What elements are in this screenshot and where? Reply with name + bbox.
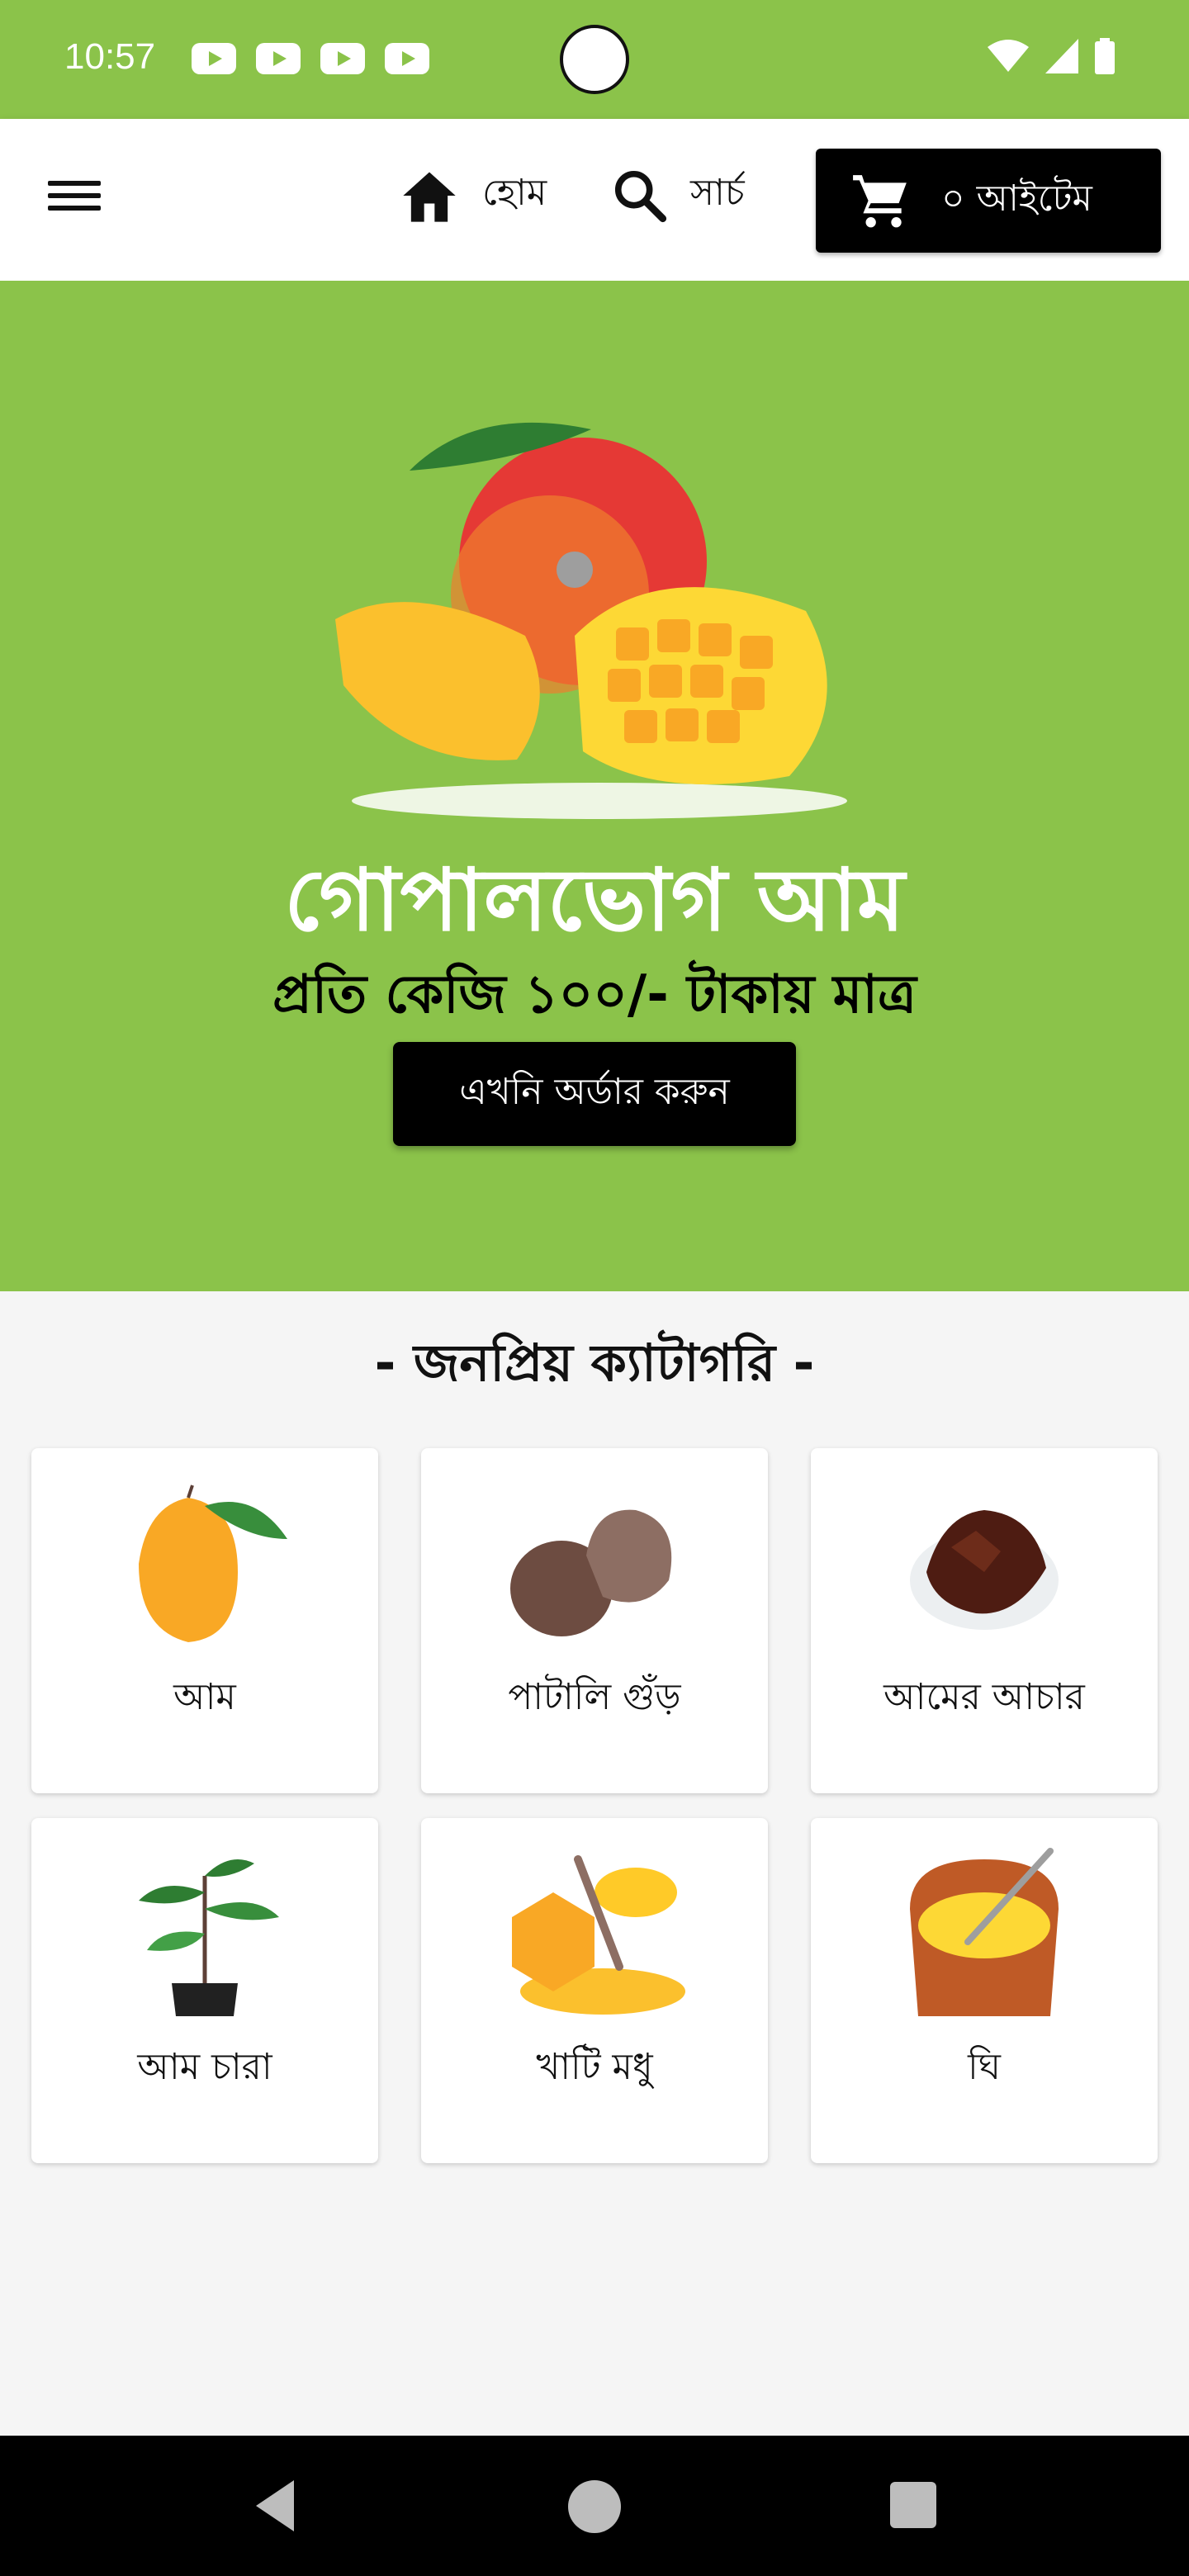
category-label: ঘি — [968, 2046, 1001, 2088]
home-label: হোম — [482, 172, 547, 214]
camera-cutout — [560, 25, 629, 94]
cart-icon — [853, 175, 907, 228]
youtube-notification-icon — [385, 43, 429, 74]
menu-icon-line — [48, 181, 101, 186]
notification-icons — [192, 43, 429, 74]
category-card-ghee[interactable]: ঘি — [811, 1818, 1158, 2163]
mango-icon — [139, 1485, 287, 1642]
category-label: পাটালি গুঁড় — [508, 1676, 681, 1718]
hero-subtitle: প্রতি কেজি ১০০/- টাকায় মাত্র — [272, 964, 917, 1025]
back-icon[interactable] — [249, 2477, 307, 2535]
category-label: আমের আচার — [883, 1676, 1085, 1718]
menu-button[interactable] — [48, 173, 106, 226]
recent-apps-icon[interactable] — [890, 2482, 936, 2528]
system-icons — [988, 38, 1115, 74]
ghee-icon — [910, 1848, 1059, 2016]
category-card-mango[interactable]: আম — [31, 1448, 378, 1793]
battery-icon — [1095, 38, 1115, 74]
honey-icon — [512, 1855, 685, 2015]
pickle-icon — [910, 1510, 1059, 1630]
signal-icon — [1045, 39, 1078, 73]
category-label: আম চারা — [137, 2046, 272, 2088]
cart-item-count: ০ আইটেম — [941, 177, 1092, 220]
search-icon — [614, 170, 667, 222]
search-label: সার্চ — [690, 172, 745, 214]
home-button-icon[interactable] — [568, 2480, 621, 2533]
cart-button[interactable]: ০ আইটেম — [816, 149, 1161, 253]
category-card-sapling[interactable]: আম চারা — [31, 1818, 378, 2163]
youtube-notification-icon — [320, 43, 365, 74]
hero-banner: গোপালভোগ আম প্রতি কেজি ১০০/- টাকায় মাত্… — [0, 281, 1189, 1291]
sapling-icon — [139, 1859, 279, 2016]
order-now-button[interactable]: এখনি অর্ডার করুন — [393, 1042, 796, 1146]
mango-hero-image — [335, 422, 847, 819]
youtube-notification-icon — [192, 43, 236, 74]
menu-icon-line — [48, 206, 101, 211]
status-bar: 10:57 — [0, 0, 1189, 119]
menu-icon-line — [48, 193, 101, 198]
wifi-icon — [988, 40, 1029, 72]
home-nav-button[interactable]: হোম — [398, 165, 547, 225]
jaggery-icon — [510, 1509, 672, 1636]
search-nav-button[interactable]: সার্চ — [611, 165, 745, 225]
category-card-pickle[interactable]: আমের আচার — [811, 1448, 1158, 1793]
status-time: 10:57 — [64, 36, 156, 77]
category-label: আম — [173, 1676, 236, 1718]
youtube-notification-icon — [256, 43, 301, 74]
home-icon — [403, 172, 456, 222]
category-label: খাটি মধু — [536, 2046, 653, 2088]
category-card-honey[interactable]: খাটি মধু — [421, 1818, 768, 2163]
popular-categories-title: - জনপ্রিয় ক্যাটাগরি - — [374, 1333, 815, 1393]
category-card-jaggery[interactable]: পাটালি গুঁড় — [421, 1448, 768, 1793]
app-bar: হোম সার্চ ০ আইটেম — [0, 119, 1189, 281]
system-nav-bar — [0, 2436, 1189, 2576]
